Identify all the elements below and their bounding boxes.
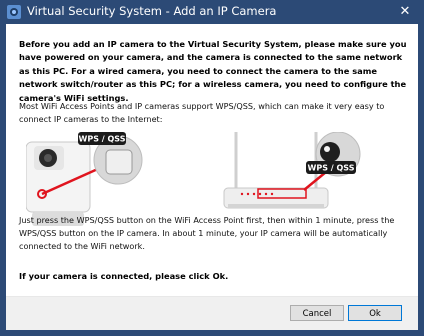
intro-paragraph: Before you add an IP camera to the Virtu… bbox=[19, 39, 407, 103]
wps-info-paragraph: Most WiFi Access Points and IP cameras s… bbox=[19, 101, 385, 125]
close-button[interactable]: ✕ bbox=[394, 2, 416, 22]
connected-note: If your camera is connected, please clic… bbox=[19, 271, 229, 281]
router-wps-callout: WPS / QSS bbox=[306, 132, 361, 177]
close-icon: ✕ bbox=[399, 4, 411, 19]
camera-wps-label: WPS / QSS bbox=[79, 135, 126, 144]
router-wps-label: WPS / QSS bbox=[308, 164, 355, 173]
title-bar: Virtual Security System - Add an IP Came… bbox=[0, 0, 424, 24]
cancel-button[interactable]: Cancel bbox=[290, 305, 344, 321]
app-shield-icon bbox=[7, 5, 21, 19]
dialog-content: Before you add an IP camera to the Virtu… bbox=[6, 24, 418, 330]
ok-button[interactable]: Ok bbox=[348, 305, 402, 321]
dialog-footer: Cancel Ok bbox=[6, 297, 418, 330]
window-title: Virtual Security System - Add an IP Came… bbox=[27, 4, 277, 18]
instructions-paragraph: Just press the WPS/QSS button on the WiF… bbox=[19, 215, 395, 252]
